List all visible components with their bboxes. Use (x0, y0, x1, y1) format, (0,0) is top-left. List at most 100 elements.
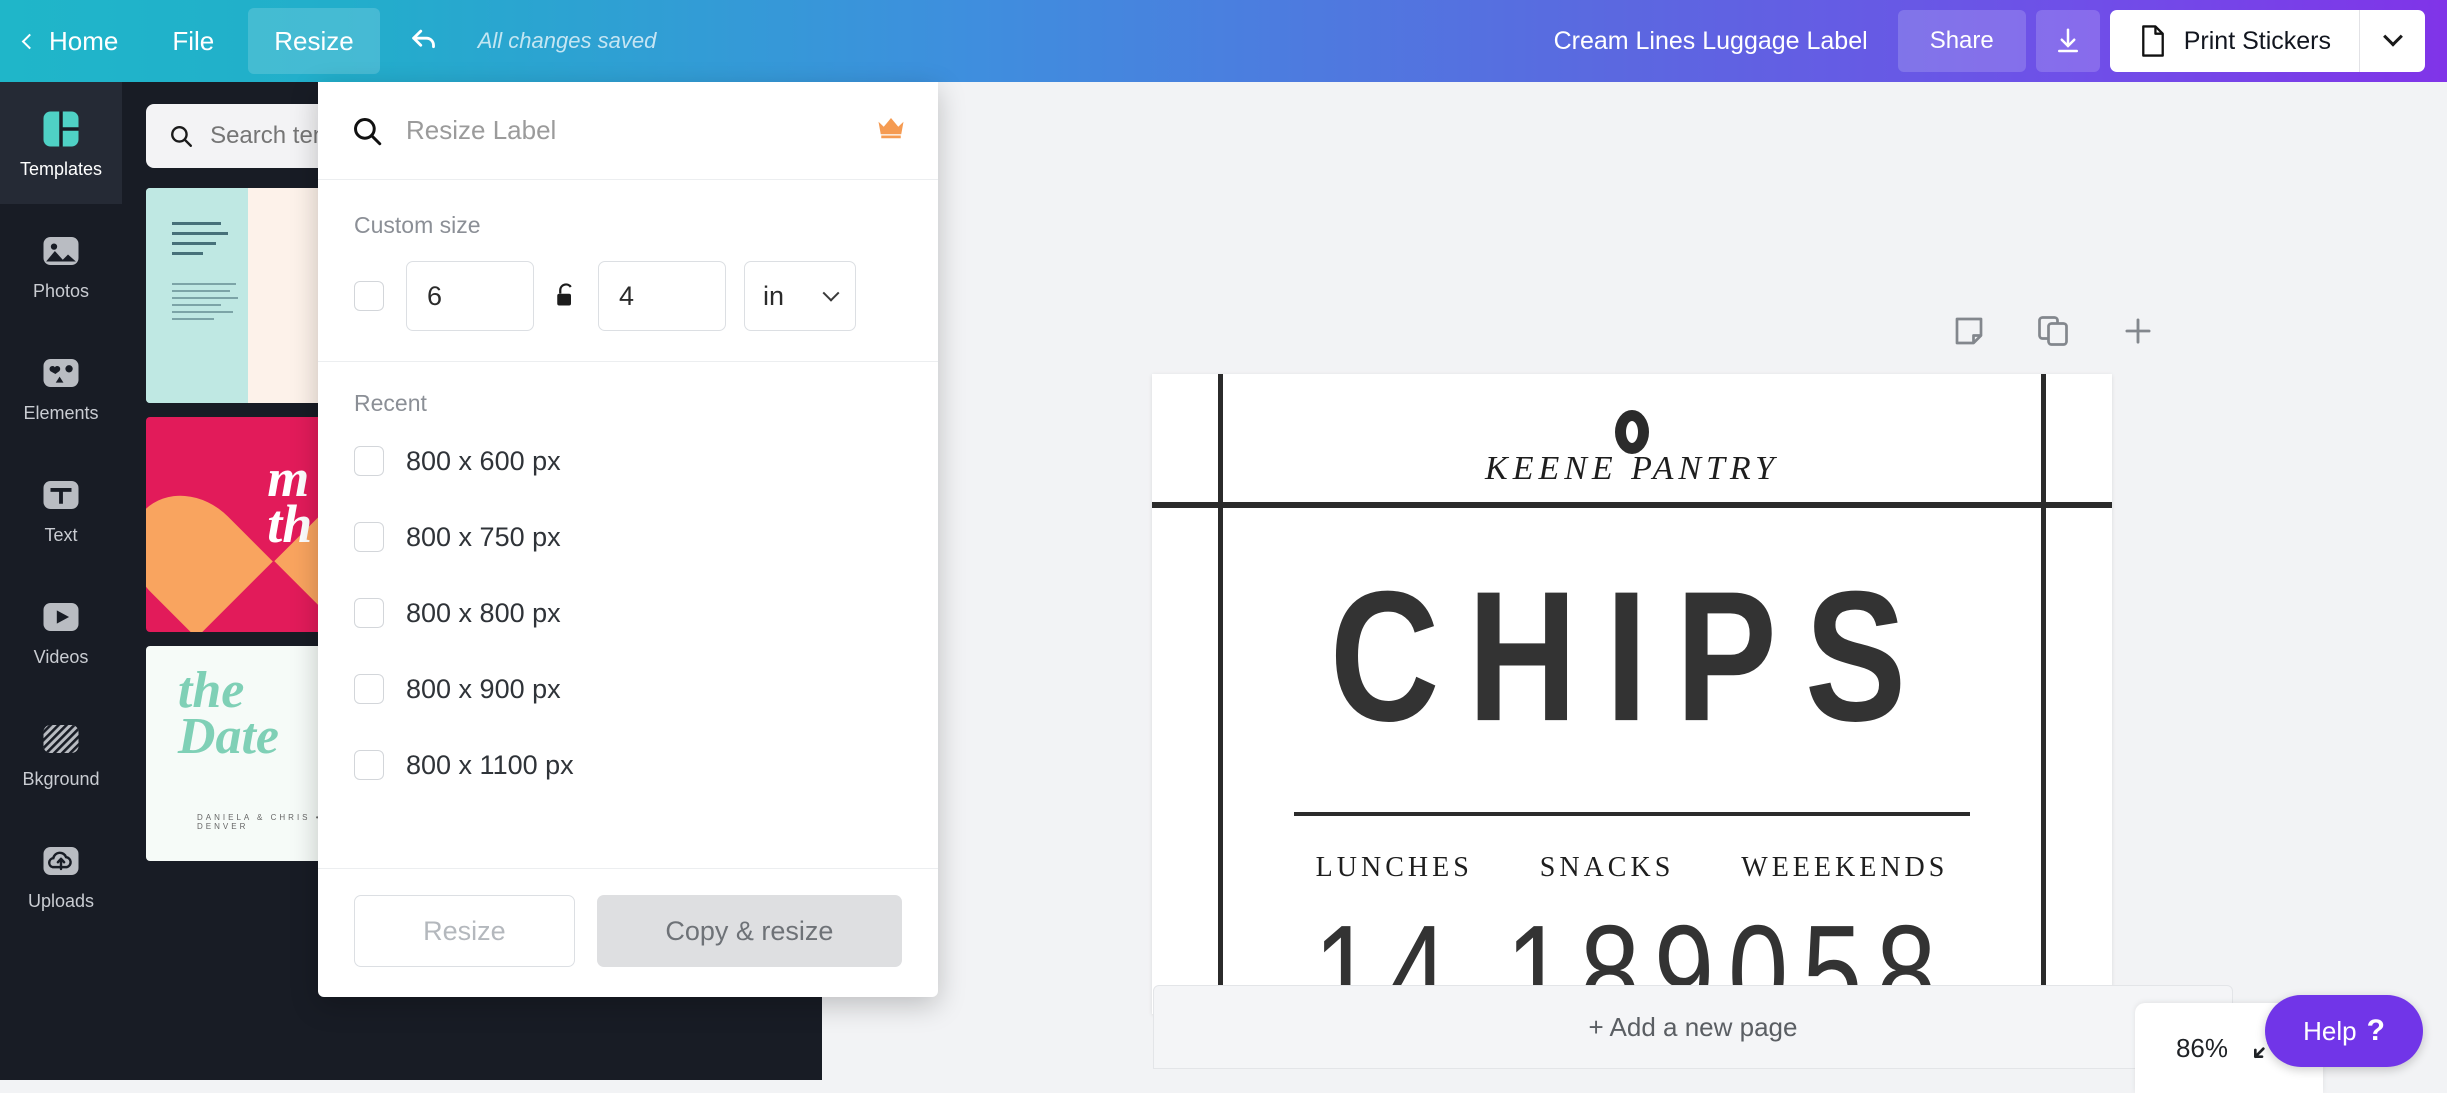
sidebar-label: Bkground (22, 768, 100, 789)
canvas-area: KEENE PANTRY CHIPS LUNCHES SNACKS WEEEKE… (822, 82, 2447, 1080)
sidebar-label: Videos (33, 646, 89, 667)
sidebar-item-bkground[interactable]: Bkground (0, 692, 122, 814)
resize-dropdown-panel: Custom size 6 4 in Recent 800 x 6 (318, 82, 938, 997)
width-input[interactable]: 6 (406, 261, 534, 331)
sidebar-item-templates[interactable]: Templates (0, 82, 122, 204)
design-ring-ornament (1615, 410, 1649, 454)
thumb-art: the Date (177, 661, 279, 766)
photo-icon (37, 229, 85, 273)
unlocked-padlock-icon[interactable] (552, 281, 580, 311)
resize-panel-body: Custom size 6 4 in Recent 800 x 600 px 8… (318, 180, 938, 868)
resize-search-row[interactable] (318, 82, 938, 180)
top-header-bar: Home File Resize All changes saved Cream… (0, 0, 2447, 82)
canvas-page-tools (1951, 312, 2157, 350)
recent-size-checkbox[interactable] (354, 522, 384, 552)
add-new-page-button[interactable]: + Add a new page (1153, 985, 2233, 1069)
recent-size-checkbox[interactable] (354, 674, 384, 704)
chevron-down-icon (822, 284, 840, 302)
document-title: Cream Lines Luggage Label (1553, 26, 1868, 55)
templates-icon (37, 107, 85, 151)
print-dropdown-button[interactable] (2359, 10, 2425, 72)
recent-size-item[interactable]: 800 x 1100 px (318, 727, 938, 803)
design-category: SNACKS (1539, 852, 1675, 883)
design-canvas[interactable]: KEENE PANTRY CHIPS LUNCHES SNACKS WEEEKE… (1152, 374, 2112, 1014)
crown-icon (876, 115, 906, 146)
left-sidebar: Templates Photos Elements Text Videos Bk… (0, 82, 122, 1080)
home-label: Home (49, 25, 119, 56)
recent-size-label: 800 x 1100 px (406, 749, 574, 780)
notes-icon[interactable] (1951, 313, 1987, 349)
sidebar-item-text[interactable]: Text (0, 448, 122, 570)
recent-size-item[interactable]: 800 x 900 px (318, 651, 938, 727)
recent-size-label: 800 x 750 px (406, 521, 561, 552)
sidebar-item-videos[interactable]: Videos (0, 570, 122, 692)
help-label: Help (2303, 1015, 2357, 1046)
design-category: LUNCHES (1315, 852, 1473, 883)
chevron-down-icon (2382, 26, 2403, 47)
sidebar-label: Elements (23, 402, 99, 423)
recent-size-checkbox[interactable] (354, 598, 384, 628)
recent-size-checkbox[interactable] (354, 446, 384, 476)
custom-size-checkbox[interactable] (354, 281, 384, 311)
copy-and-resize-button[interactable]: Copy & resize (596, 895, 902, 967)
undo-button[interactable] (386, 0, 464, 82)
recent-size-checkbox[interactable] (354, 750, 384, 780)
sidebar-label: Photos (32, 280, 90, 301)
thumb-art (171, 222, 236, 262)
recent-heading: Recent (354, 390, 427, 416)
thumb-art: m th (267, 447, 313, 554)
design-category: WEEEKENDS (1741, 852, 1949, 883)
video-play-icon (37, 595, 85, 639)
search-icon (171, 126, 192, 147)
duplicate-page-icon[interactable] (2035, 313, 2071, 349)
sidebar-label: Text (44, 524, 78, 545)
resize-search-input[interactable] (406, 115, 854, 146)
unit-select[interactable]: in (744, 261, 856, 331)
elements-icon (37, 351, 85, 395)
design-brand-text[interactable]: KEENE PANTRY (1152, 450, 2112, 488)
background-hatch-icon (37, 717, 85, 761)
print-stickers-label: Print Stickers (2183, 26, 2331, 55)
undo-arrow-icon (412, 29, 435, 49)
unit-value: in (763, 280, 785, 311)
sidebar-item-elements[interactable]: Elements (0, 326, 122, 448)
resize-button[interactable]: Resize (354, 895, 575, 967)
recent-size-label: 800 x 600 px (406, 445, 561, 476)
design-title-text[interactable]: CHIPS (1152, 564, 2112, 749)
custom-size-heading: Custom size (354, 212, 481, 238)
sidebar-label: Uploads (27, 890, 95, 911)
recent-size-label: 800 x 900 px (406, 673, 561, 704)
download-button[interactable] (2035, 10, 2100, 72)
resize-panel-footer: Resize Copy & resize (318, 868, 938, 997)
thumb-art (171, 282, 242, 325)
recent-size-item[interactable]: 800 x 600 px (318, 423, 938, 499)
sidebar-item-photos[interactable]: Photos (0, 204, 122, 326)
file-menu-button[interactable]: File (144, 0, 242, 82)
home-button[interactable]: Home (0, 0, 144, 82)
chevron-left-icon (21, 33, 38, 50)
sidebar-item-uploads[interactable]: Uploads (0, 814, 122, 936)
page-icon (2141, 25, 2164, 57)
design-horizontal-line (1152, 502, 2112, 508)
recent-size-item[interactable]: 800 x 800 px (318, 575, 938, 651)
header-left-group: Home File Resize All changes saved (0, 0, 656, 82)
height-input[interactable]: 4 (598, 261, 726, 331)
text-icon (37, 473, 85, 517)
design-rule (1294, 812, 1970, 816)
upload-cloud-icon (37, 839, 85, 883)
recent-size-label: 800 x 800 px (406, 597, 561, 628)
question-mark-icon: ? (2366, 1014, 2385, 1047)
print-stickers-button[interactable]: Print Stickers (2109, 10, 2359, 72)
zoom-level-label: 86% (2175, 1032, 2229, 1063)
search-icon (354, 117, 382, 145)
help-button[interactable]: Help ? (2265, 995, 2423, 1067)
download-icon (2057, 28, 2078, 53)
design-categories[interactable]: LUNCHES SNACKS WEEEKENDS (1152, 852, 2112, 884)
share-button[interactable]: Share (1897, 10, 2026, 72)
recent-size-item[interactable]: 800 x 750 px (318, 499, 938, 575)
sidebar-label: Templates (19, 158, 103, 179)
resize-menu-button[interactable]: Resize (248, 8, 380, 74)
add-page-icon[interactable] (2119, 312, 2157, 350)
custom-size-row: 6 4 in (318, 239, 938, 361)
save-status-text: All changes saved (477, 28, 657, 53)
